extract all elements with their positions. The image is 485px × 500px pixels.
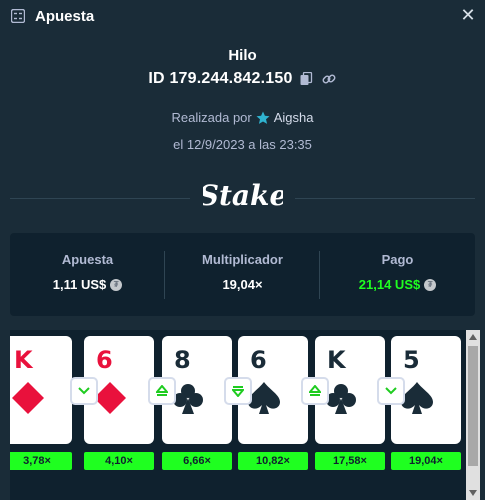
stat-payout: Pago 21,14 US$ ₮ — [320, 233, 475, 316]
card-multiplier-badge: 19,04× — [391, 452, 461, 470]
card-multiplier-badge: 3,78× — [10, 452, 72, 470]
placed-by-line: Realizada por Aigsha — [0, 110, 485, 125]
stake-logo: Stake — [0, 175, 485, 215]
placed-by-label: Realizada por — [171, 110, 252, 125]
card-rank: 5 — [403, 346, 420, 374]
stat-multiplier: Multiplicador 19,04× — [165, 233, 320, 316]
card-multiplier-badge: 10,82× — [238, 452, 308, 470]
close-icon[interactable]: ✕ — [460, 6, 476, 24]
scrollbar-thumb[interactable] — [468, 346, 478, 466]
card-rank: K — [327, 346, 346, 374]
divider — [295, 198, 475, 199]
stat-multiplier-label: Multiplicador — [202, 252, 283, 267]
user-name[interactable]: Aigsha — [274, 110, 314, 125]
lower-arrow-icon — [377, 377, 405, 405]
scroll-down-arrow-icon[interactable] — [466, 486, 480, 500]
svg-text:Stake: Stake — [203, 179, 283, 212]
playing-card: K — [10, 336, 72, 444]
card-multiplier-badge: 4,10× — [84, 452, 154, 470]
lower-or-same-arrow-icon — [224, 377, 252, 405]
modal-header: Apuesta ✕ — [0, 0, 485, 34]
lower-arrow-icon — [70, 377, 98, 405]
card-rank: 6 — [96, 346, 113, 374]
card-rank: K — [14, 346, 33, 374]
card-rank: 8 — [174, 346, 191, 374]
card-rank: 6 — [250, 346, 267, 374]
star-icon — [256, 111, 270, 124]
link-icon[interactable] — [321, 71, 337, 87]
stat-payout-value: 21,14 US$ — [358, 277, 421, 292]
cards-scroll-area[interactable]: K 3,78× 6 4,10× 8 6,66× 6 10,82× K 17,58× 5 19,04× — [10, 330, 466, 500]
stat-bet-label: Apuesta — [61, 252, 114, 267]
scroll-up-arrow-icon[interactable] — [466, 330, 480, 344]
bet-id-row: ID 179.244.842.150 — [0, 70, 485, 88]
higher-or-same-arrow-icon — [301, 377, 329, 405]
modal-title: Apuesta — [35, 8, 95, 25]
copy-icon[interactable] — [299, 71, 315, 87]
diamond-suit-icon — [10, 380, 46, 416]
bet-stats-panel: Apuesta 1,11 US$ ₮ Multiplicador 19,04× … — [10, 233, 475, 316]
card-multiplier-badge: 6,66× — [162, 452, 232, 470]
vertical-scrollbar[interactable] — [466, 330, 480, 500]
coin-icon: ₮ — [424, 278, 437, 291]
card-multiplier-badge: 17,58× — [315, 452, 385, 470]
stat-payout-label: Pago — [381, 252, 414, 267]
stat-multiplier-value: 19,04× — [222, 277, 263, 292]
stat-bet-value: 1,11 US$ — [52, 277, 107, 292]
game-name: Hilo — [228, 47, 257, 64]
stat-bet: Apuesta 1,11 US$ ₮ — [10, 233, 165, 316]
bet-id: ID 179.244.842.150 — [148, 70, 293, 87]
higher-or-same-arrow-icon — [148, 377, 176, 405]
bet-date: el 12/9/2023 a las 23:35 — [173, 137, 312, 152]
bet-slip-icon — [11, 9, 25, 23]
coin-icon: ₮ — [110, 278, 123, 291]
